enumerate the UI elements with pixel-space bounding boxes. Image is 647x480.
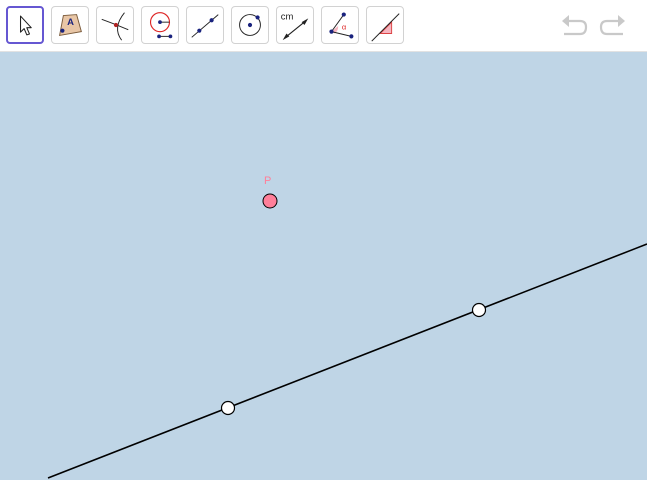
graphics-view[interactable]: P [0,52,647,480]
line-point-b[interactable] [471,302,487,318]
slope-tool-button[interactable] [366,6,404,44]
undo-icon [562,15,588,36]
circle-radius-tool-button[interactable] [141,6,179,44]
point-p[interactable] [262,193,278,209]
redo-button[interactable] [597,12,629,40]
move-tool-button[interactable] [6,6,44,44]
distance-icon: cm [281,11,309,41]
line-tool-button[interactable] [186,6,224,44]
distance-icon-label: cm [281,11,294,22]
distance-tool-button[interactable]: cm [276,6,314,44]
redo-icon [599,15,625,36]
line-through-points-icon [191,14,219,38]
circle-center-tool-button[interactable] [231,6,269,44]
angle-icon: α [329,12,354,39]
angle-tool-button[interactable]: α [321,6,359,44]
intersect-tool-button[interactable] [96,6,134,44]
slope-icon [371,13,400,42]
polygon-icon-label: A [67,17,74,28]
point-p-label: P [264,175,271,187]
move-arrow-icon [19,15,32,36]
intersect-icon [101,12,129,41]
polygon-icon: A [58,14,82,37]
line[interactable] [47,243,647,479]
line-point-a[interactable] [220,400,236,416]
undo-button[interactable] [558,12,590,40]
circle-with-radius-icon [149,12,173,39]
circle-with-center-icon [239,14,261,36]
angle-icon-label: α [342,23,347,32]
polygon-tool-button[interactable]: A [51,6,89,44]
graphics-canvas[interactable]: P [0,52,647,480]
toolbar: A cm α [0,0,647,52]
